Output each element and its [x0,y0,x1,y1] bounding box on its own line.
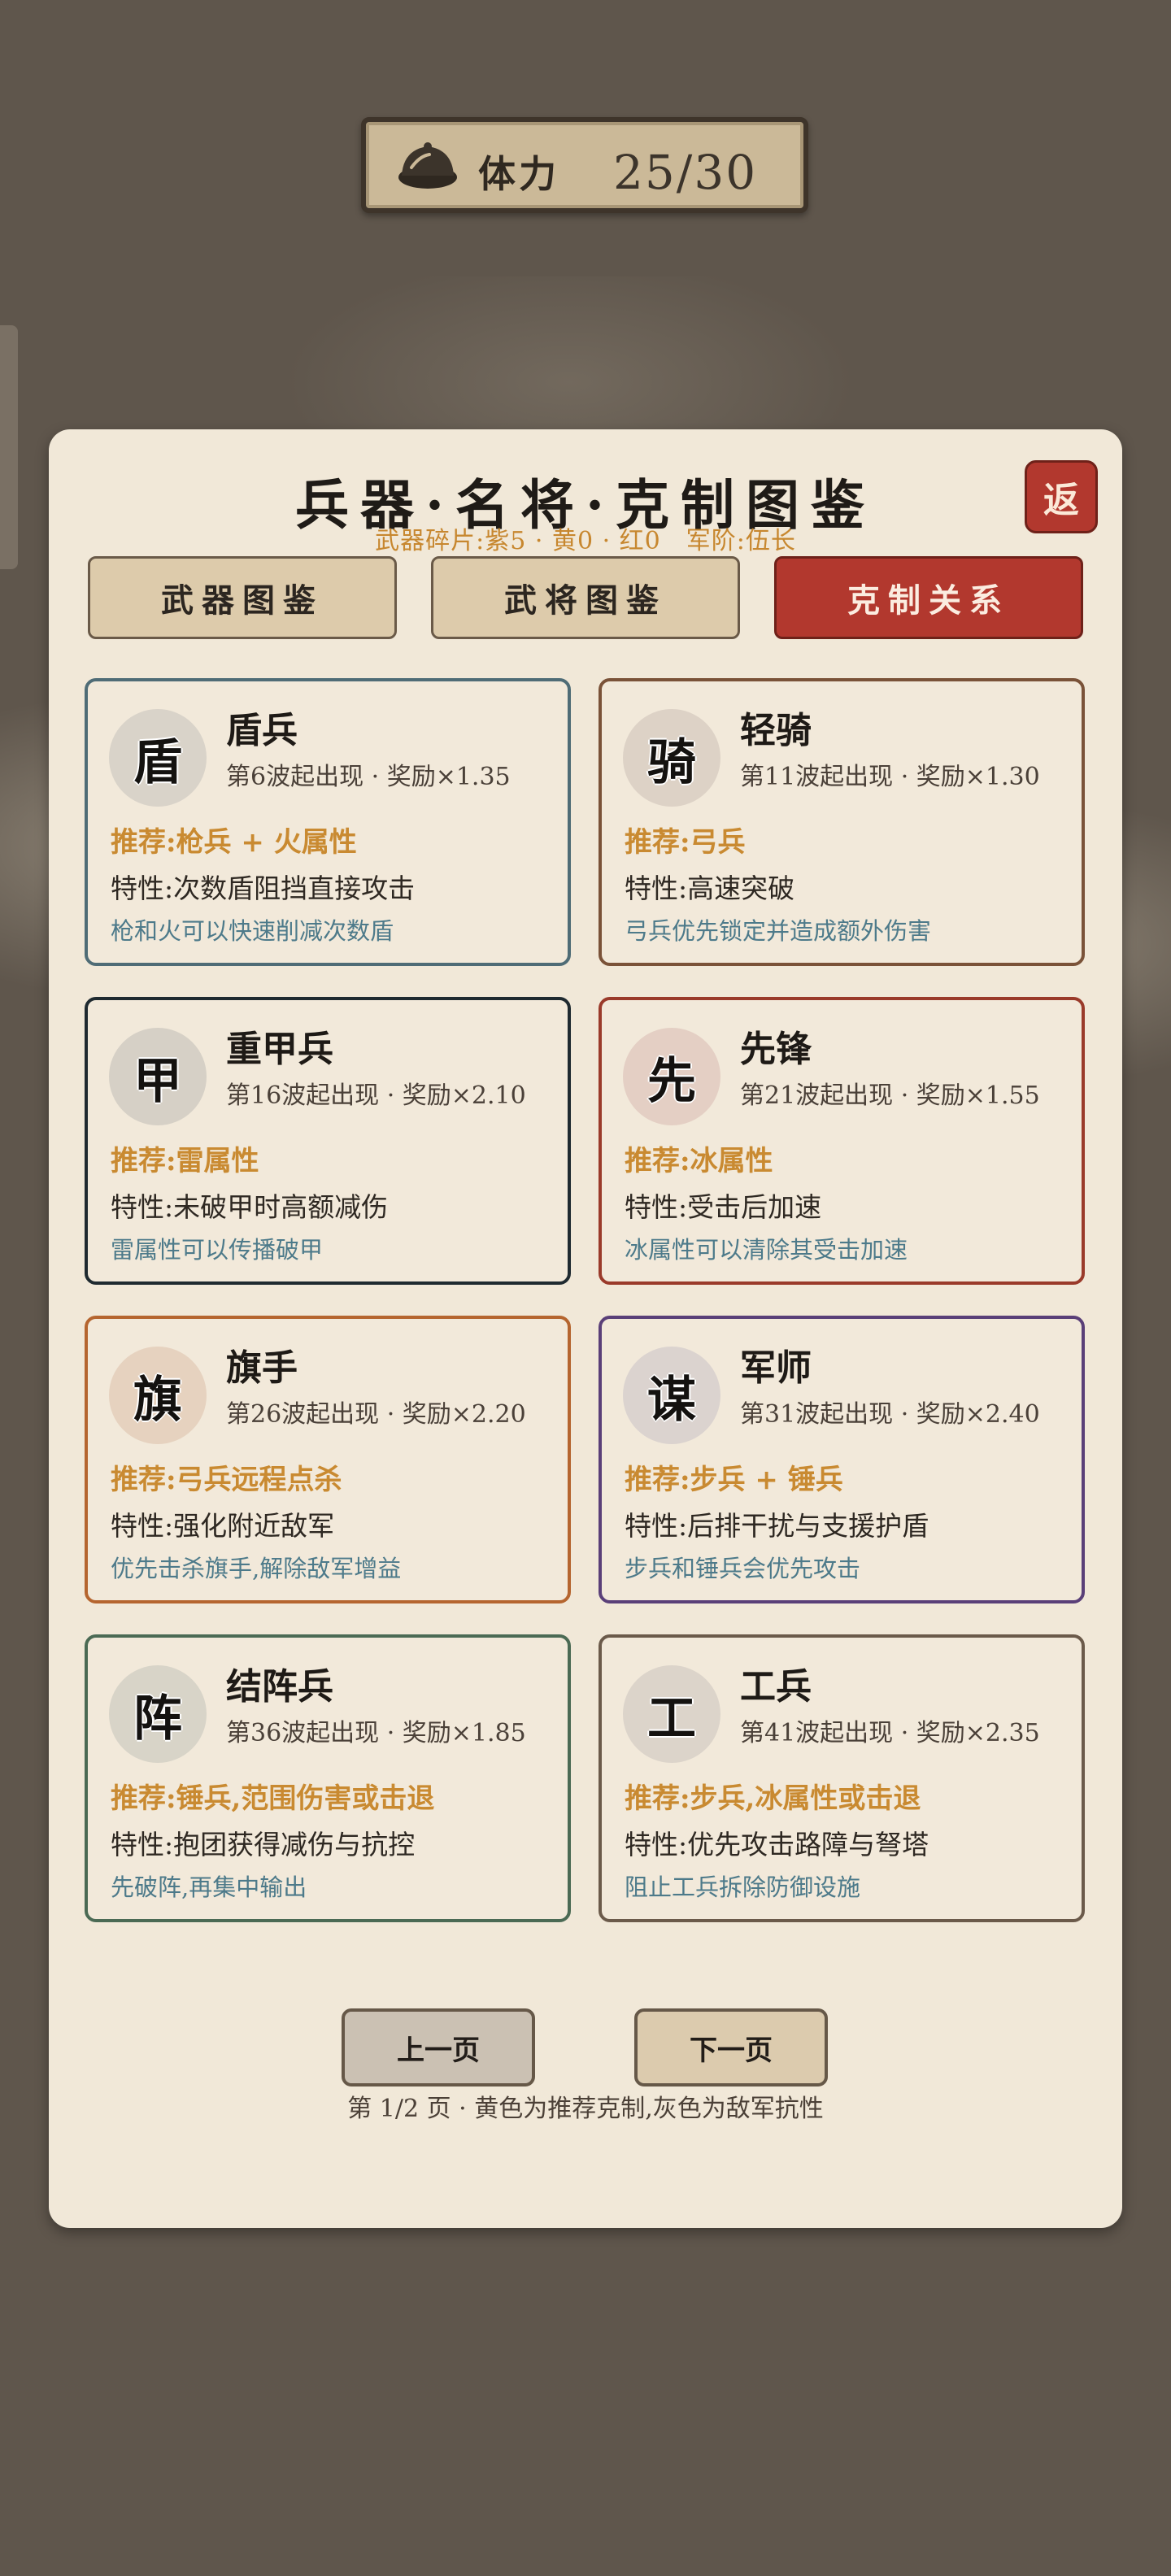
recommended-counter: 推荐:锤兵,范围伤害或击退 [111,1782,435,1815]
recommended-counter: 推荐:枪兵 + 火属性 [111,826,357,859]
recommended-counter: 推荐:雷属性 [111,1145,259,1177]
enemy-glyph: 甲 [109,1028,207,1125]
enemy-name: 旗手 [226,1347,298,1389]
enemy-wave-info: 第41波起出现 · 奖励×2.35 [740,1719,1040,1747]
counter-tip: 优先击杀旗手,解除敌军增益 [111,1555,402,1582]
enemy-trait: 特性:抱团获得减伤与抗控 [111,1829,416,1860]
counter-tip: 步兵和锤兵会优先攻击 [625,1555,861,1582]
enemy-card[interactable]: 旗 旗手 第26波起出现 · 奖励×2.20 推荐:弓兵远程点杀 特性:强化附近… [85,1316,571,1603]
page-indicator: 第 1/2 页 · 黄色为推荐克制,灰色为敌军抗性 [347,2095,824,2123]
enemy-trait: 特性:高速突破 [625,872,795,904]
enemy-wave-info: 第6波起出现 · 奖励×1.35 [226,763,511,791]
stamina-label: 体力 [478,152,559,196]
counter-tip: 阻止工兵拆除防御设施 [625,1873,861,1901]
enemy-name: 工兵 [740,1666,812,1708]
recommended-counter: 推荐:步兵 + 锤兵 [625,1464,843,1496]
enemy-trait: 特性:次数盾阻挡直接攻击 [111,872,416,904]
enemy-card[interactable]: 谋 军师 第31波起出现 · 奖励×2.40 推荐:步兵 + 锤兵 特性:后排干… [599,1316,1085,1603]
enemy-glyph: 旗 [109,1347,207,1444]
enemy-card[interactable]: 阵 结阵兵 第36波起出现 · 奖励×1.85 推荐:锤兵,范围伤害或击退 特性… [85,1634,571,1922]
enemy-glyph: 谋 [623,1347,720,1444]
enemy-trait: 特性:优先攻击路障与弩塔 [625,1829,929,1860]
stamina-value: 25/30 [613,145,758,200]
tab-generals[interactable]: 武将图鉴 [431,556,740,639]
enemy-trait: 特性:未破甲时高额减伤 [111,1191,389,1223]
back-button[interactable]: 返 [1025,460,1098,533]
next-page-button[interactable]: 下一页 [634,2008,828,2086]
enemy-card[interactable]: 盾 盾兵 第6波起出现 · 奖励×1.35 推荐:枪兵 + 火属性 特性:次数盾… [85,678,571,966]
enemy-card[interactable]: 工 工兵 第41波起出现 · 奖励×2.35 推荐:步兵,冰属性或击退 特性:优… [599,1634,1085,1922]
tab-bar: 武器图鉴 武将图鉴 克制关系 [88,556,1083,639]
enemy-glyph: 骑 [623,709,720,807]
enemy-wave-info: 第11波起出现 · 奖励×1.30 [740,763,1040,791]
enemy-trait: 特性:强化附近敌军 [111,1510,335,1542]
enemy-name: 结阵兵 [226,1666,333,1708]
enemy-card[interactable]: 骑 轻骑 第11波起出现 · 奖励×1.30 推荐:弓兵 特性:高速突破 弓兵优… [599,678,1085,966]
enemy-card[interactable]: 先 先锋 第21波起出现 · 奖励×1.55 推荐:冰属性 特性:受击后加速 冰… [599,997,1085,1285]
enemy-card[interactable]: 甲 重甲兵 第16波起出现 · 奖励×2.10 推荐:雷属性 特性:未破甲时高额… [85,997,571,1285]
enemy-wave-info: 第36波起出现 · 奖励×1.85 [226,1719,526,1747]
enemy-wave-info: 第26波起出现 · 奖励×2.20 [226,1400,526,1429]
enemy-wave-info: 第16波起出现 · 奖励×2.10 [226,1081,526,1110]
enemy-wave-info: 第31波起出现 · 奖励×2.40 [740,1400,1040,1429]
prev-page-button[interactable]: 上一页 [342,2008,535,2086]
enemy-trait: 特性:后排干扰与支援护盾 [625,1510,929,1542]
counter-tip: 雷属性可以传播破甲 [111,1236,324,1264]
enemy-name: 重甲兵 [226,1029,333,1070]
tab-weapons[interactable]: 武器图鉴 [88,556,397,639]
codex-panel: 兵器·名将·克制图鉴 武器碎片:紫5 · 黄0 · 红0 军阶:伍长 返 武器图… [49,429,1122,2228]
bun-icon [398,142,457,189]
recommended-counter: 推荐:弓兵远程点杀 [111,1464,342,1496]
counter-tip: 弓兵优先锁定并造成额外伤害 [625,917,932,945]
enemy-trait: 特性:受击后加速 [625,1191,822,1223]
counter-tip: 冰属性可以清除其受击加速 [625,1236,908,1264]
resource-summary: 武器碎片:紫5 · 黄0 · 红0 军阶:伍长 [375,527,796,555]
stamina-plaque: 体力 25/30 [361,117,808,213]
enemy-glyph: 盾 [109,709,207,807]
enemy-wave-info: 第21波起出现 · 奖励×1.55 [740,1081,1040,1110]
enemy-glyph: 工 [623,1665,720,1763]
recommended-counter: 推荐:弓兵 [625,826,746,859]
enemy-glyph: 阵 [109,1665,207,1763]
enemy-glyph: 先 [623,1028,720,1125]
recommended-counter: 推荐:冰属性 [625,1145,773,1177]
enemy-name: 军师 [740,1347,812,1389]
counter-tip: 先破阵,再集中输出 [111,1873,307,1901]
counter-tip: 枪和火可以快速削减次数盾 [111,917,394,945]
enemy-name: 先锋 [740,1029,812,1070]
recommended-counter: 推荐:步兵,冰属性或击退 [625,1782,921,1815]
tab-counters[interactable]: 克制关系 [774,556,1083,639]
side-panel-edge [0,325,18,569]
enemy-name: 轻骑 [740,710,812,751]
enemy-name: 盾兵 [226,710,298,751]
